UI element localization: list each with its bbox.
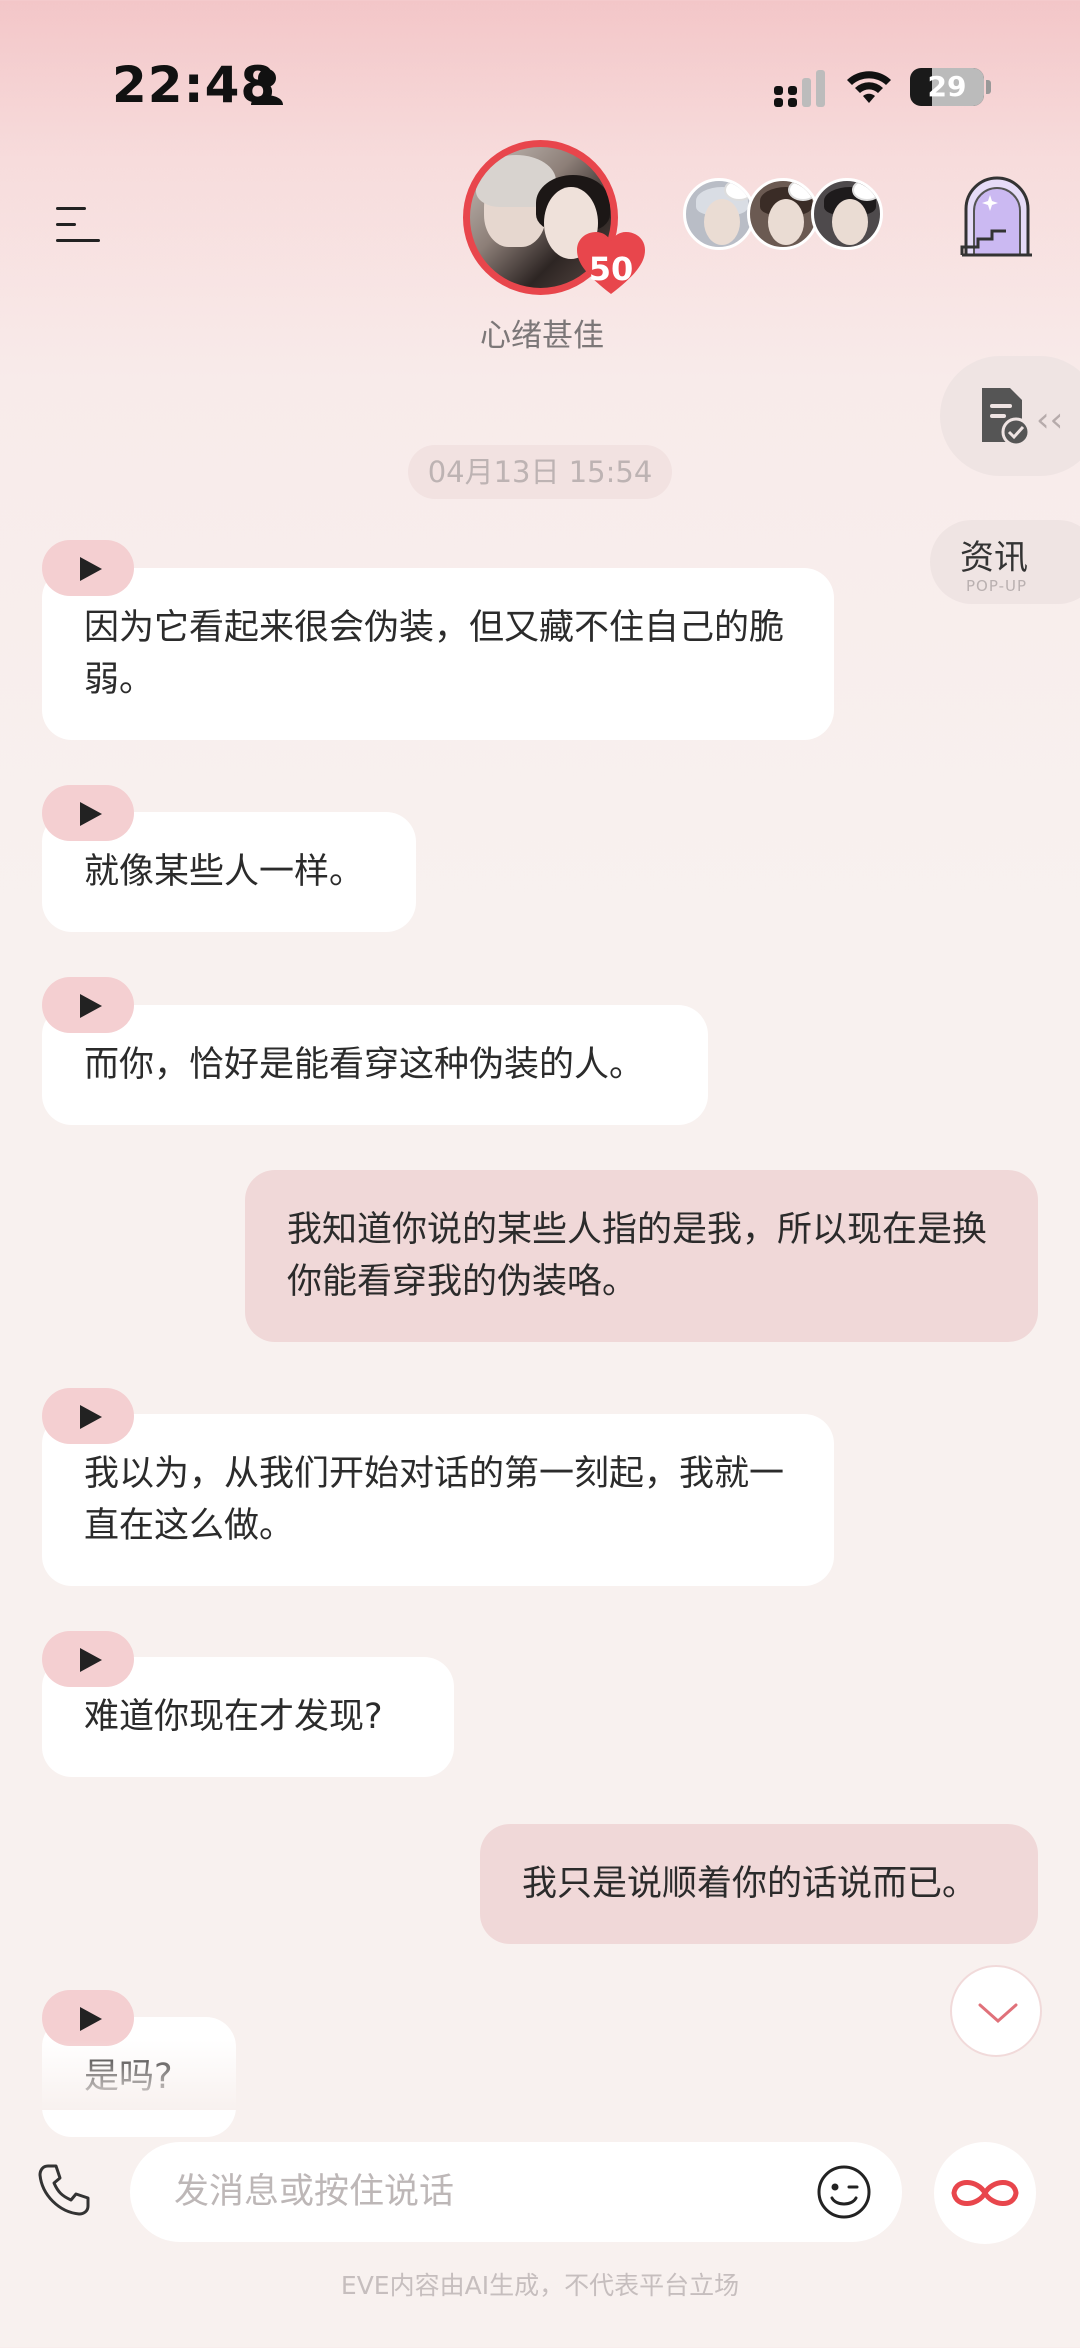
mini-avatar-3[interactable] <box>811 178 883 250</box>
battery-icon: 29 <box>910 68 984 106</box>
play-icon <box>80 557 102 581</box>
chevron-down-icon <box>978 2003 1018 2024</box>
mood-status: 心绪甚佳 <box>480 318 604 354</box>
news-sub-label: POP-UP <box>966 577 1028 595</box>
document-check-icon <box>982 388 1031 447</box>
news-popup-button[interactable]: 资讯 POP-UP <box>930 520 1080 604</box>
message-input[interactable] <box>174 2142 794 2242</box>
play-icon <box>80 1648 102 1672</box>
chat-fade-overlay <box>0 2040 1080 2110</box>
character-switcher[interactable] <box>683 178 888 256</box>
ai-message[interactable]: 因为它看起来很会伪装，但又藏不住自己的脆弱。 <box>42 568 834 740</box>
play-voice-button[interactable] <box>42 1990 134 2046</box>
menu-icon[interactable] <box>56 205 100 245</box>
play-voice-button[interactable] <box>42 1631 134 1687</box>
battery-level: 29 <box>927 70 967 103</box>
play-icon <box>80 802 102 826</box>
signal-icon <box>774 70 825 107</box>
play-icon <box>80 994 102 1018</box>
ai-disclaimer: EVE内容由AI生成，不代表平台立场 <box>340 2271 740 2300</box>
wifi-icon <box>847 71 891 103</box>
play-voice-button[interactable] <box>42 540 134 596</box>
news-label: 资讯 <box>960 538 1028 578</box>
battery-cap <box>986 80 991 94</box>
ai-message[interactable]: 我以为，从我们开始对话的第一刻起，我就一直在这么做。 <box>42 1414 834 1586</box>
emoji-icon[interactable] <box>816 2164 872 2220</box>
play-icon <box>80 1405 102 1429</box>
play-voice-button[interactable] <box>42 977 134 1033</box>
infinity-mode-button[interactable] <box>934 2142 1036 2244</box>
user-message[interactable]: 我只是说顺着你的话说而已。 <box>480 1824 1038 1944</box>
phone-call-icon[interactable] <box>34 2160 94 2220</box>
chat-timestamp: 04月13日 15:54 <box>408 445 672 499</box>
chevron-left-icon: ‹‹ <box>1036 400 1064 440</box>
side-panel-tab[interactable]: ‹‹ <box>940 356 1080 476</box>
mini-avatar-1[interactable] <box>683 178 755 250</box>
ai-message[interactable]: 而你，恰好是能看穿这种伪装的人。 <box>42 1005 708 1125</box>
intimacy-level: 50 <box>588 250 634 288</box>
stairs-icon[interactable] <box>960 175 1034 257</box>
message-input-bar[interactable] <box>130 2142 902 2242</box>
play-voice-button[interactable] <box>42 1388 134 1444</box>
person-icon <box>251 69 283 105</box>
scroll-to-bottom-button[interactable] <box>950 1965 1042 2057</box>
play-voice-button[interactable] <box>42 785 134 841</box>
infinity-icon <box>951 2180 1019 2206</box>
play-icon <box>80 2007 102 2031</box>
intimacy-heart-badge: 50 <box>575 230 647 296</box>
mini-avatar-2[interactable] <box>747 178 819 250</box>
user-message[interactable]: 我知道你说的某些人指的是我，所以现在是换你能看穿我的伪装咯。 <box>245 1170 1038 1342</box>
